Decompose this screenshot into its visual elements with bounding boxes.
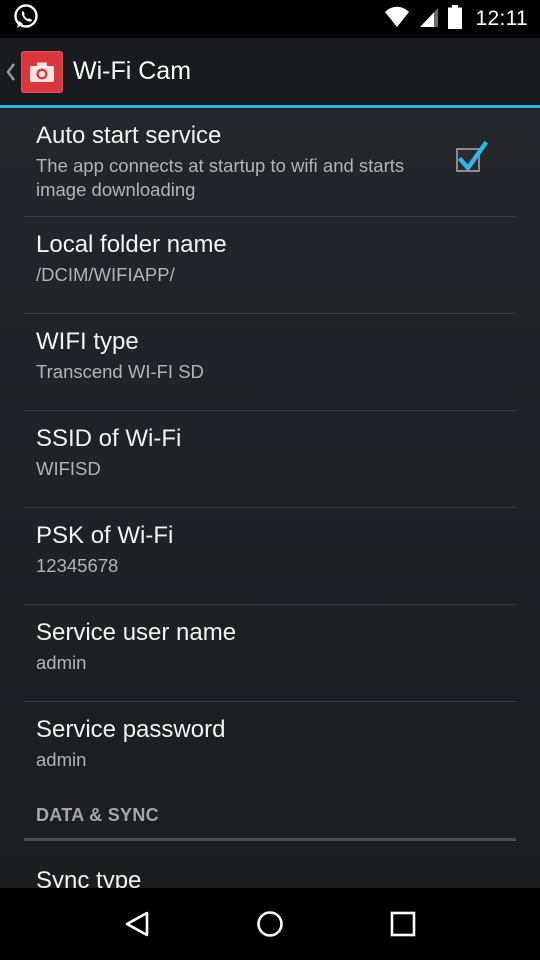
checkmark-icon	[457, 140, 488, 172]
pref-local-folder-name[interactable]: Local folder name /DCIM/WIFIAPP/	[24, 217, 516, 314]
pref-title: Sync type	[36, 867, 142, 888]
recents-icon[interactable]	[373, 894, 433, 954]
home-icon[interactable]	[240, 894, 300, 954]
category-header-data-sync: DATA & SYNC	[24, 799, 516, 841]
pref-auto-start-service[interactable]: Auto start service The app connects at s…	[24, 108, 516, 217]
pref-ssid[interactable]: SSID of Wi-Fi WIFISD	[24, 411, 516, 508]
pref-summary: 12345678	[36, 555, 119, 576]
pref-title: Auto start service	[36, 122, 222, 149]
status-time: 12:11	[475, 7, 528, 30]
pref-title: Service user name	[36, 619, 237, 646]
app-camera-icon[interactable]	[21, 50, 63, 93]
pref-sync-type[interactable]: Sync type	[24, 841, 516, 888]
back-icon[interactable]	[107, 894, 167, 954]
pref-service-password[interactable]: Service password admin	[24, 702, 516, 799]
navigation-bar	[0, 888, 540, 960]
pref-summary: The app connects at startup to wifi and …	[36, 155, 405, 200]
pref-title: PSK of Wi-Fi	[36, 522, 174, 549]
pref-summary: admin	[36, 652, 87, 673]
settings-list: Auto start service The app connects at s…	[0, 108, 540, 888]
battery-icon	[447, 4, 462, 34]
pref-title: WIFI type	[36, 328, 139, 355]
pref-title: Local folder name	[36, 231, 227, 258]
pref-title: Service password	[36, 716, 226, 743]
whatsapp-icon	[12, 3, 40, 36]
wifi-icon	[384, 6, 410, 33]
pref-summary: /DCIM/WIFIAPP/	[36, 264, 175, 285]
status-bar: 12:11	[0, 0, 540, 38]
pref-summary: admin	[36, 749, 87, 770]
pref-summary: Transcend WI-FI SD	[36, 361, 204, 382]
action-bar: Wi-Fi Cam	[0, 38, 540, 108]
app-title: Wi-Fi Cam	[73, 57, 192, 85]
pref-title: SSID of Wi-Fi	[36, 425, 182, 452]
auto-start-checkbox[interactable]	[456, 140, 488, 172]
pref-summary: WIFISD	[36, 458, 101, 479]
up-navigation-chevron-icon[interactable]	[2, 37, 20, 107]
pref-psk[interactable]: PSK of Wi-Fi 12345678	[24, 508, 516, 605]
signal-icon	[418, 6, 440, 33]
pref-service-user-name[interactable]: Service user name admin	[24, 605, 516, 702]
pref-wifi-type[interactable]: WIFI type Transcend WI-FI SD	[24, 314, 516, 411]
